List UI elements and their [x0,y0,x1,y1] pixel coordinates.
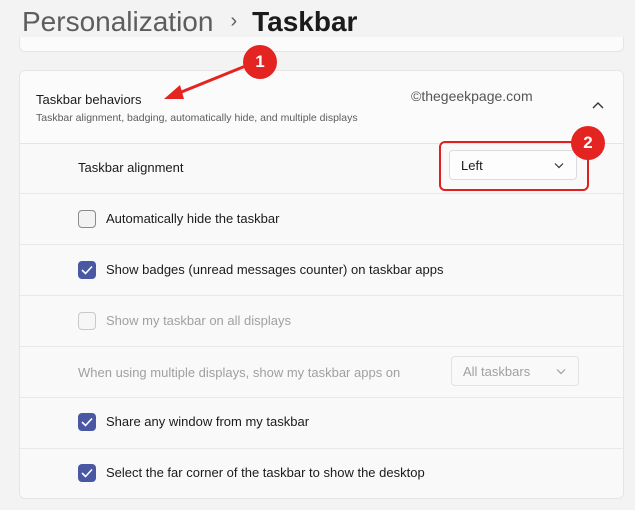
annotation-highlight-box [439,141,589,191]
far-corner-row: Select the far corner of the taskbar to … [20,448,623,498]
share-window-checkbox[interactable] [78,413,96,431]
far-corner-checkbox[interactable] [78,464,96,482]
show-badges-label[interactable]: Show badges (unread messages counter) on… [106,262,443,277]
breadcrumb-separator: › [230,9,238,32]
share-window-row: Share any window from my taskbar [20,397,623,449]
checkmark-icon [81,417,93,427]
multi-display-label: When using multiple displays, show my ta… [78,365,401,380]
checkmark-icon [81,468,93,478]
all-displays-label[interactable]: Show my taskbar on all displays [106,313,291,328]
auto-hide-checkbox[interactable] [78,210,96,228]
auto-hide-row: Automatically hide the taskbar [20,193,623,245]
section-title: Taskbar behaviors [36,92,142,107]
all-displays-checkbox[interactable] [78,312,96,330]
far-corner-label[interactable]: Select the far corner of the taskbar to … [106,465,425,480]
taskbar-behaviors-header[interactable]: Taskbar behaviors Taskbar alignment, bad… [20,71,623,144]
breadcrumb-parent[interactable]: Personalization [22,6,213,38]
page-title: Taskbar [252,6,358,37]
watermark: ©thegeekpage.com [411,88,533,104]
multi-display-dropdown[interactable]: All taskbars [451,356,579,386]
section-description: Taskbar alignment, badging, automaticall… [36,112,358,124]
taskbar-alignment-label: Taskbar alignment [78,160,184,175]
show-badges-row: Show badges (unread messages counter) on… [20,244,623,296]
annotation-badge-2: 2 [571,126,605,160]
share-window-label[interactable]: Share any window from my taskbar [106,414,309,429]
all-displays-row: Show my taskbar on all displays [20,295,623,347]
show-badges-checkbox[interactable] [78,261,96,279]
annotation-badge-1: 1 [243,45,277,79]
chevron-down-icon [556,369,566,375]
taskbar-behaviors-panel: Taskbar behaviors Taskbar alignment, bad… [19,70,624,499]
checkmark-icon [81,265,93,275]
chevron-up-icon[interactable] [592,100,604,110]
previous-card [19,37,624,52]
auto-hide-label[interactable]: Automatically hide the taskbar [106,211,279,226]
multi-display-value: All taskbars [463,364,531,379]
multi-display-row: When using multiple displays, show my ta… [20,346,623,398]
breadcrumb: Personalization › Taskbar [22,4,357,40]
